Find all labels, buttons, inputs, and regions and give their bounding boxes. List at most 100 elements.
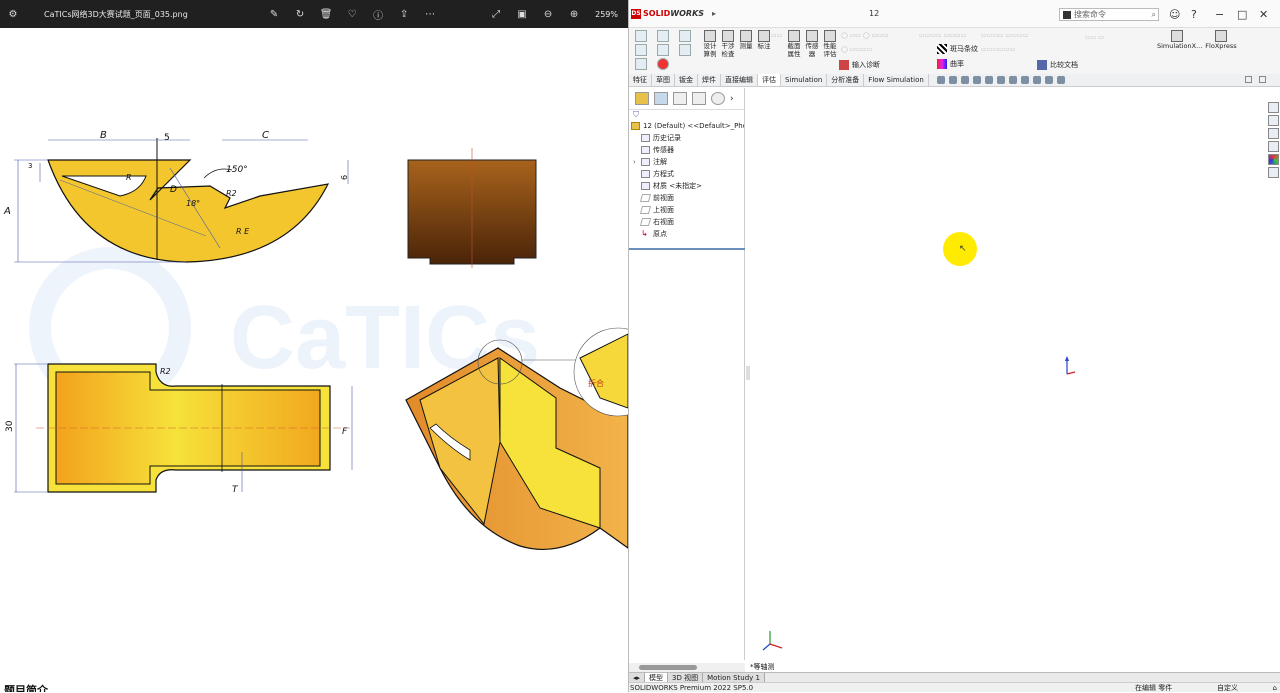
home-icon[interactable] [635, 30, 647, 42]
tree-item-history[interactable]: 历史记录 [629, 132, 744, 144]
edit-icon[interactable]: ✎ [267, 7, 281, 21]
simulationxpress-button[interactable]: SimulationX... [1157, 30, 1202, 50]
more-icon[interactable]: ⋯ [423, 7, 437, 21]
undo-icon[interactable] [657, 44, 669, 56]
tab-direct-edit[interactable]: 直接编辑 [721, 74, 758, 86]
edit-appearance-icon[interactable] [1021, 76, 1029, 84]
new-file-icon[interactable] [635, 44, 647, 56]
feature-tree-tab-icon[interactable] [635, 92, 649, 105]
restore-viewport-icon[interactable] [1245, 76, 1252, 83]
tree-item-front-plane[interactable]: 前视面 [629, 192, 744, 204]
curvature-button[interactable]: 曲率 [937, 59, 964, 69]
floxpress-button[interactable]: FloXpress [1203, 30, 1239, 50]
hide-show-icon[interactable] [1009, 76, 1017, 84]
share-icon[interactable]: ⇪ [397, 7, 411, 21]
measure-button[interactable]: 测量 [737, 30, 755, 50]
options-icon[interactable] [679, 30, 691, 42]
graphics-area[interactable]: ↖ *等轴测 [746, 88, 1269, 672]
settings-icon[interactable] [679, 44, 691, 56]
sw-resources-icon[interactable] [1268, 102, 1279, 113]
design-library-icon[interactable] [1268, 115, 1279, 126]
save-icon[interactable] [657, 30, 669, 42]
delete-icon[interactable]: 🗑 [319, 7, 333, 21]
curvature-label: 曲率 [950, 60, 964, 68]
property-manager-tab-icon[interactable] [654, 92, 668, 105]
tree-item-material[interactable]: 材质 <未指定> [629, 180, 744, 192]
zoom-fit-icon[interactable] [937, 76, 945, 84]
sensor-button[interactable]: 传感 器 [803, 30, 821, 58]
tab-3d-views[interactable]: 3D 视图 [668, 673, 704, 682]
section-properties-button[interactable]: 截面 属性 [785, 30, 803, 58]
nav-arrows-icon[interactable]: ◂▸ [629, 673, 646, 682]
viewport-icon[interactable] [1259, 76, 1266, 83]
tab-sheet-metal[interactable]: 钣金 [675, 74, 698, 86]
dimxpert-tab-icon[interactable] [692, 92, 706, 105]
file-explorer-icon[interactable] [1268, 128, 1279, 139]
tab-analysis-prep[interactable]: 分析准备 [827, 74, 865, 86]
zoom-area-icon[interactable] [949, 76, 957, 84]
rotate-icon[interactable]: ↻ [293, 7, 307, 21]
zoom-out-icon[interactable]: ⊖ [541, 7, 555, 21]
interference-button[interactable]: 干涉 检查 [719, 30, 737, 58]
search-icon[interactable]: ⌕ [1152, 10, 1156, 20]
previous-view-icon[interactable] [961, 76, 969, 84]
view-palette-icon[interactable] [1268, 141, 1279, 152]
traffic-light-icon[interactable] [657, 58, 669, 70]
menu-arrow-icon[interactable]: ▸ [712, 9, 716, 18]
expand-icon[interactable]: ⤢ [489, 7, 503, 21]
chevron-right-icon[interactable]: › [730, 94, 734, 104]
tree-item-equations[interactable]: 方程式 [629, 168, 744, 180]
help-icon[interactable]: ? [1191, 8, 1197, 21]
tab-evaluate[interactable]: 评估 [758, 74, 781, 86]
custom-properties-icon[interactable] [1268, 167, 1279, 178]
select-icon[interactable] [635, 58, 647, 70]
scene-icon[interactable] [1033, 76, 1041, 84]
tree-root-part[interactable]: 12 (Default) <<Default>_Photo [629, 120, 744, 132]
section-view-icon[interactable] [973, 76, 981, 84]
close-icon[interactable]: ✕ [1259, 8, 1268, 21]
rollback-bar[interactable] [629, 248, 745, 250]
maximize-icon[interactable]: □ [1237, 8, 1247, 21]
search-commands-input[interactable]: 搜索命令 ⌕ [1059, 8, 1159, 21]
command-manager: 设计 算例 干涉 检查 测量 标注 ▭▭ 截面 属性 传感 器 性能 评估 ◯ … [629, 28, 1280, 74]
tab-simulation[interactable]: Simulation [781, 74, 828, 86]
tree-item-sensors[interactable]: 传感器 [629, 144, 744, 156]
zoom-in-icon[interactable]: ⊕ [567, 7, 581, 21]
tab-sketch[interactable]: 草图 [652, 74, 675, 86]
minimize-icon[interactable]: − [1215, 8, 1224, 21]
tree-item-right-plane[interactable]: 右视面 [629, 216, 744, 228]
design-check-label: 设计 算例 [703, 42, 717, 58]
appearances-icon[interactable] [1268, 154, 1279, 165]
tree-item-annotations[interactable]: › 注解 [629, 156, 744, 168]
view-orientation-icon[interactable] [985, 76, 993, 84]
design-check-button[interactable]: 设计 算例 [701, 30, 719, 58]
tree-item-top-plane[interactable]: 上视面 [629, 204, 744, 216]
zebra-stripes-button[interactable]: 斑马条纹 [937, 44, 978, 54]
compare-documents-button[interactable]: 比较文档 [1037, 60, 1078, 70]
configuration-manager-tab-icon[interactable] [673, 92, 687, 105]
tab-motion-study[interactable]: Motion Study 1 [703, 673, 765, 682]
display-style-icon[interactable] [997, 76, 1005, 84]
model-tabs: ◂▸ 模型 3D 视图 Motion Study 1 [629, 672, 1280, 682]
panel-splitter-handle[interactable] [746, 366, 750, 380]
zebra-icon [937, 44, 947, 54]
disabled-tool-4: ▭▭▭▭ ▭▭▭▭ [919, 32, 967, 39]
import-diagnostics-button[interactable]: 输入诊断 [839, 60, 880, 70]
display-manager-tab-icon[interactable] [711, 92, 725, 105]
info-icon[interactable]: ⓘ [371, 7, 385, 22]
view-settings-icon[interactable] [1045, 76, 1053, 84]
expand-caret-icon[interactable]: › [633, 156, 641, 168]
filter-icon[interactable]: ⛉ [629, 110, 744, 120]
display-pane-icon[interactable] [1057, 76, 1065, 84]
dim-150: 150° [226, 165, 248, 175]
performance-button[interactable]: 性能 评估 [821, 30, 839, 58]
fit-icon[interactable]: ▣ [515, 7, 529, 21]
user-icon[interactable]: ☺ [1169, 8, 1180, 21]
tab-flow-simulation[interactable]: Flow Simulation [864, 74, 929, 86]
favorite-icon[interactable]: ♡ [345, 7, 359, 21]
tab-model[interactable]: 模型 [645, 673, 669, 682]
tab-features[interactable]: 特征 [629, 74, 652, 86]
scrollbar-thumb[interactable] [639, 665, 697, 670]
tree-item-origin[interactable]: ↳ 原点 [629, 228, 744, 240]
tab-weldments[interactable]: 焊件 [698, 74, 721, 86]
